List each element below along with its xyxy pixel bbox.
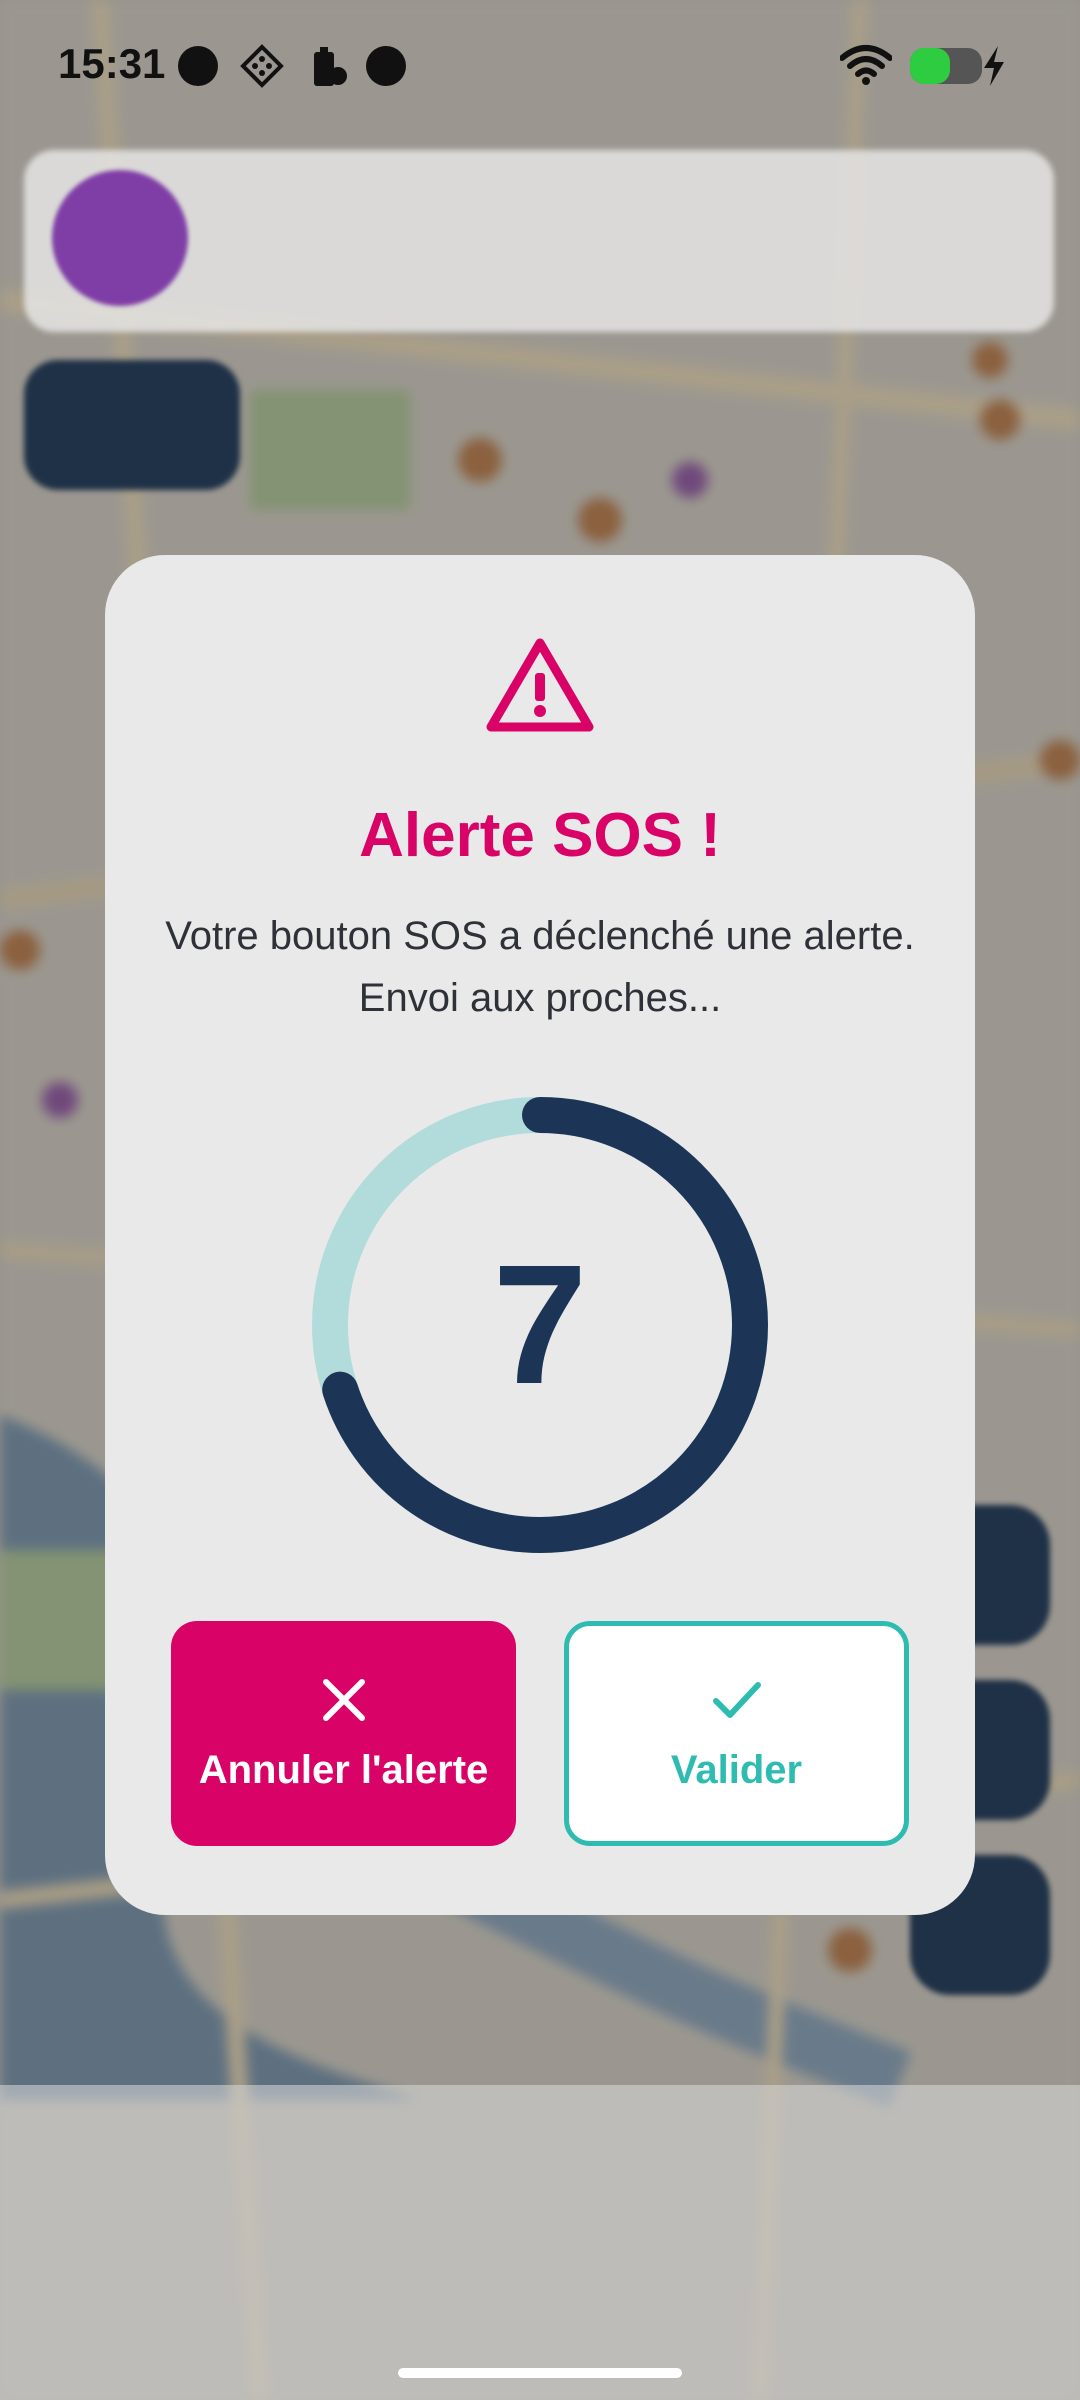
app-grid-icon xyxy=(240,44,284,88)
notification-dot-icon xyxy=(178,46,218,86)
cancel-alert-label: Annuler l'alerte xyxy=(198,1748,489,1792)
charging-bolt-icon xyxy=(984,46,1004,86)
dialog-message: Votre bouton SOS a déclenché une alerte.… xyxy=(165,914,915,1020)
notification-dot-icon xyxy=(366,46,406,86)
warning-triangle-icon xyxy=(486,638,594,732)
cancel-alert-button[interactable]: Annuler l'alerte xyxy=(171,1621,516,1846)
background-bottom-nav xyxy=(0,2085,1080,2400)
sos-alert-dialog: Alerte SOS ! Votre bouton SOS a déclench… xyxy=(105,555,975,1915)
battery-saver-icon xyxy=(314,47,347,86)
countdown-value: 7 xyxy=(492,1230,588,1420)
wifi-icon xyxy=(840,45,892,85)
status-time: 15:31 xyxy=(58,40,166,87)
status-bar: 15:31 xyxy=(0,0,1080,130)
home-indicator[interactable] xyxy=(398,2368,682,2378)
check-icon xyxy=(712,1682,761,1718)
close-icon xyxy=(322,1679,365,1721)
background-avatar xyxy=(52,170,188,306)
dialog-title: Alerte SOS ! xyxy=(359,801,721,870)
background-weather-chip xyxy=(24,360,240,490)
battery-icon xyxy=(910,48,982,84)
confirm-label: Valider xyxy=(670,1748,803,1792)
confirm-button[interactable]: Valider xyxy=(564,1621,909,1846)
